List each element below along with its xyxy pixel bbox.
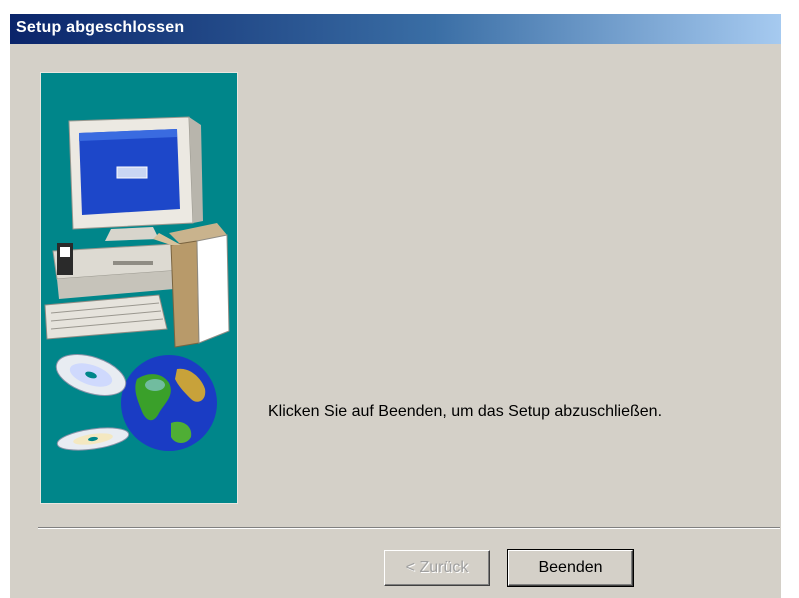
back-button[interactable]: < Zurück <box>384 550 490 586</box>
keyboard-icon <box>44 294 168 340</box>
setup-side-illustration <box>40 72 238 504</box>
button-separator <box>38 527 780 529</box>
finish-button[interactable]: Beenden <box>507 549 634 587</box>
setup-dialog: Setup abgeschlossen Klicken Sie auf Been… <box>10 14 781 598</box>
monitor-icon <box>68 116 203 241</box>
completion-message: Klicken Sie auf Beenden, um das Setup ab… <box>268 403 663 420</box>
window-title: Setup abgeschlossen <box>16 19 185 36</box>
cd-discs-icon <box>55 354 130 451</box>
globe-icon <box>121 355 217 451</box>
title-bar[interactable]: Setup abgeschlossen <box>10 14 781 44</box>
